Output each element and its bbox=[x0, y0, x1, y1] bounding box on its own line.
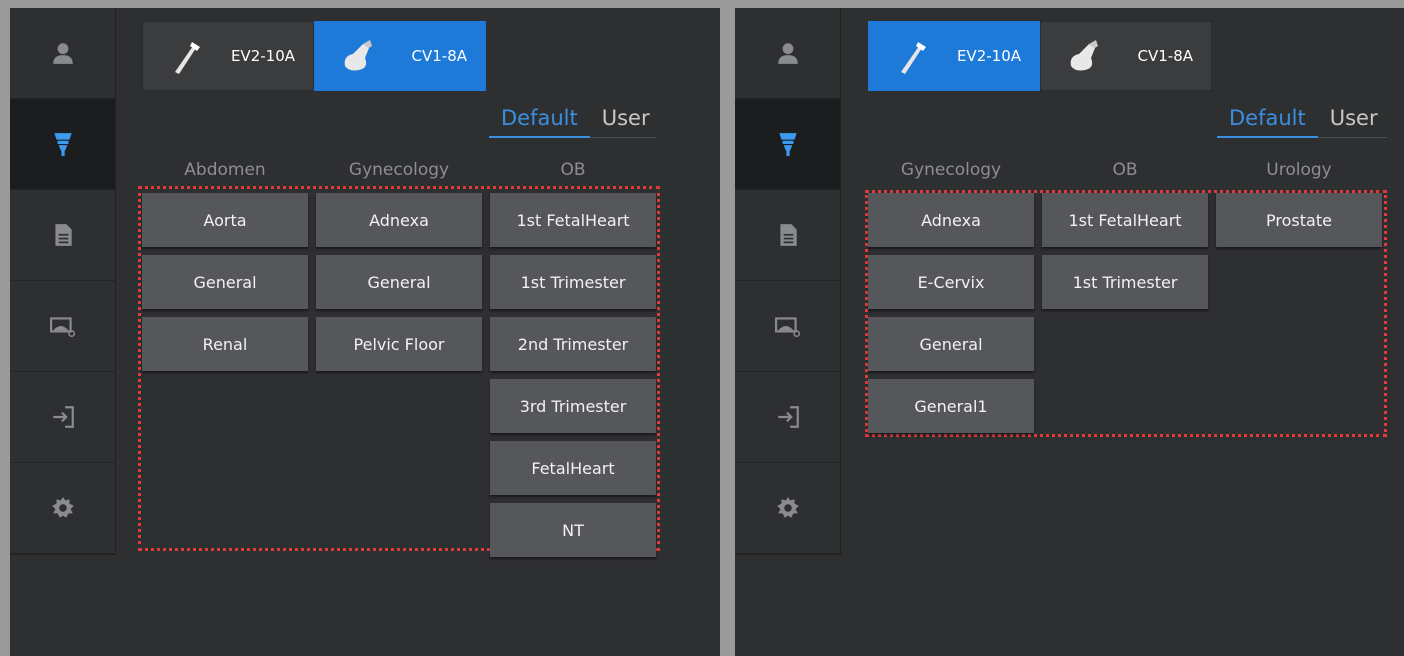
side-nav bbox=[735, 8, 841, 555]
column-header-ob: OB bbox=[560, 160, 586, 180]
preset-panel-left: EV2-10A CV1-8A Default User Abdomen Gyne… bbox=[10, 8, 720, 656]
gear-icon bbox=[51, 497, 74, 518]
preset-nt[interactable]: NT bbox=[490, 503, 656, 557]
preset-general[interactable]: General bbox=[868, 317, 1034, 371]
nav-report[interactable] bbox=[735, 190, 840, 281]
preset-3rd-trimester[interactable]: 3rd Trimester bbox=[490, 379, 656, 433]
nav-patient[interactable] bbox=[10, 8, 115, 99]
nav-patient[interactable] bbox=[735, 8, 840, 99]
probe-label: EV2-10A bbox=[956, 47, 1021, 65]
convex-probe-icon bbox=[1070, 40, 1098, 71]
probe-label: CV1-8A bbox=[411, 47, 468, 65]
probe-label: EV2-10A bbox=[230, 47, 295, 65]
tab-default[interactable]: Default bbox=[489, 106, 590, 138]
probe-tabs: EV2-10A CV1-8A bbox=[142, 21, 486, 91]
nav-review[interactable] bbox=[735, 281, 840, 372]
linear-probe-icon bbox=[901, 42, 926, 74]
nav-exit[interactable] bbox=[10, 372, 115, 463]
exit-icon bbox=[777, 406, 799, 428]
probe-tabs: EV2-10A CV1-8A bbox=[868, 21, 1212, 91]
nav-settings[interactable] bbox=[735, 463, 840, 554]
image-search-icon bbox=[49, 317, 75, 338]
gear-icon bbox=[776, 497, 799, 518]
preset-panel-right: EV2-10A CV1-8A Default User Gynecology O… bbox=[735, 8, 1404, 656]
preset-1st-fetalheart[interactable]: 1st FetalHeart bbox=[490, 193, 656, 247]
convex-probe-icon bbox=[344, 40, 372, 71]
nav-report[interactable] bbox=[10, 190, 115, 281]
probe-label: CV1-8A bbox=[1137, 47, 1194, 65]
probe-tab-cv1-8a[interactable]: CV1-8A bbox=[1040, 21, 1212, 91]
preset-general1[interactable]: General1 bbox=[868, 379, 1034, 433]
nav-settings[interactable] bbox=[10, 463, 115, 554]
preset-1st-fetalheart[interactable]: 1st FetalHeart bbox=[1042, 193, 1208, 247]
preset-fetalheart[interactable]: FetalHeart bbox=[490, 441, 656, 495]
side-nav bbox=[10, 8, 116, 555]
nav-probe[interactable] bbox=[10, 99, 115, 190]
column-header-abdomen: Abdomen bbox=[184, 160, 266, 180]
preset-general[interactable]: General bbox=[142, 255, 308, 309]
linear-probe-icon bbox=[175, 42, 200, 74]
column-header-ob: OB bbox=[1112, 160, 1138, 180]
preset-mode-tabs: Default User bbox=[489, 106, 656, 138]
person-icon bbox=[777, 43, 798, 64]
probe-tab-ev2-10a[interactable]: EV2-10A bbox=[142, 21, 314, 91]
document-icon bbox=[779, 224, 797, 246]
preset-1st-trimester[interactable]: 1st Trimester bbox=[490, 255, 656, 309]
document-icon bbox=[54, 224, 72, 246]
tab-user[interactable]: User bbox=[1318, 106, 1390, 137]
nav-review[interactable] bbox=[10, 281, 115, 372]
tab-user[interactable]: User bbox=[590, 106, 662, 137]
column-header-gynecology: Gynecology bbox=[900, 160, 1002, 180]
preset-2nd-trimester[interactable]: 2nd Trimester bbox=[490, 317, 656, 371]
person-icon bbox=[52, 43, 73, 64]
preset-mode-tabs: Default User bbox=[1217, 106, 1387, 138]
nav-probe[interactable] bbox=[735, 99, 840, 190]
tab-default[interactable]: Default bbox=[1217, 106, 1318, 138]
column-header-gynecology: Gynecology bbox=[348, 160, 450, 180]
preset-renal[interactable]: Renal bbox=[142, 317, 308, 371]
preset-e-cervix[interactable]: E-Cervix bbox=[868, 255, 1034, 309]
preset-adnexa[interactable]: Adnexa bbox=[316, 193, 482, 247]
preset-general[interactable]: General bbox=[316, 255, 482, 309]
probe-tab-ev2-10a[interactable]: EV2-10A bbox=[868, 21, 1040, 91]
preset-pelvic-floor[interactable]: Pelvic Floor bbox=[316, 317, 482, 371]
preset-prostate[interactable]: Prostate bbox=[1216, 193, 1382, 247]
preset-aorta[interactable]: Aorta bbox=[142, 193, 308, 247]
probe-icon bbox=[778, 133, 797, 156]
preset-adnexa[interactable]: Adnexa bbox=[868, 193, 1034, 247]
column-header-urology: Urology bbox=[1266, 160, 1332, 180]
image-search-icon bbox=[774, 317, 800, 338]
probe-tab-cv1-8a[interactable]: CV1-8A bbox=[314, 21, 486, 91]
exit-icon bbox=[52, 406, 74, 428]
nav-exit[interactable] bbox=[735, 372, 840, 463]
preset-1st-trimester[interactable]: 1st Trimester bbox=[1042, 255, 1208, 309]
probe-icon bbox=[53, 133, 72, 156]
